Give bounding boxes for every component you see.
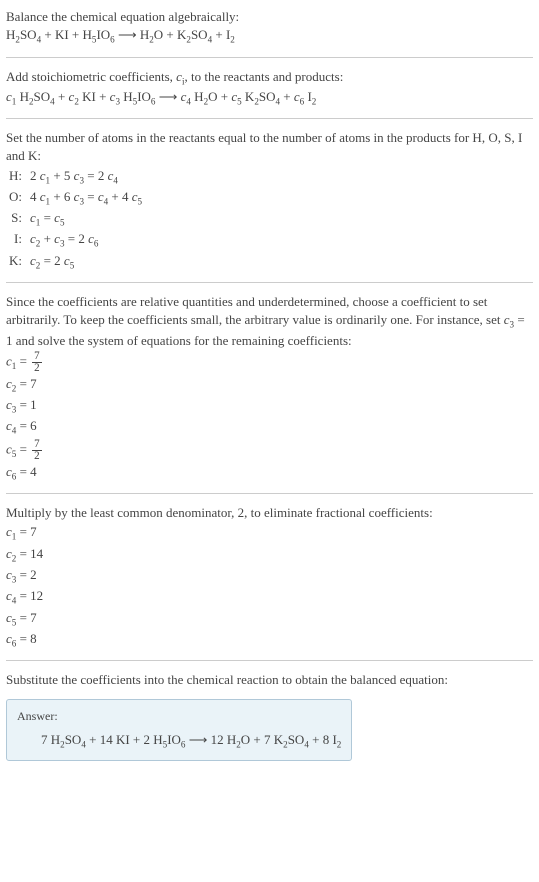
table-row: H: 2 c1 + 5 c3 = 2 c4 <box>6 167 533 187</box>
coeff-line: c4 = 12 <box>6 587 533 607</box>
section-6-title: Substitute the coefficients into the che… <box>6 671 533 689</box>
atom-equation: 2 c1 + 5 c3 = 2 c4 <box>30 167 118 187</box>
divider <box>6 282 533 283</box>
atom-label: H: <box>6 167 30 185</box>
divider <box>6 493 533 494</box>
atom-equation: c2 + c3 = 2 c6 <box>30 230 98 250</box>
atom-label: O: <box>6 188 30 206</box>
atom-equation: c1 = c5 <box>30 209 65 229</box>
text: Add stoichiometric coefficients, <box>6 69 176 84</box>
coeff-line: c2 = 14 <box>6 545 533 565</box>
section-4: Since the coefficients are relative quan… <box>6 293 533 483</box>
table-row: I: c2 + c3 = 2 c6 <box>6 230 533 250</box>
section-5: Multiply by the least common denominator… <box>6 504 533 650</box>
divider <box>6 57 533 58</box>
section-1: Balance the chemical equation algebraica… <box>6 8 533 47</box>
section-2: Add stoichiometric coefficients, ci, to … <box>6 68 533 109</box>
coeff-line: c5 = 7 <box>6 609 533 629</box>
coeff-line: c5 = 72 <box>6 439 533 462</box>
atom-equation: 4 c1 + 6 c3 = c4 + 4 c5 <box>30 188 142 208</box>
atom-equation: c2 = 2 c5 <box>30 252 74 272</box>
divider <box>6 118 533 119</box>
text: , to the reactants and products: <box>184 69 343 84</box>
section-3-title: Set the number of atoms in the reactants… <box>6 129 533 165</box>
answer-equation: 7 H2SO4 + 14 KI + 2 H5IO6 ⟶ 12 H2O + 7 K… <box>17 731 341 751</box>
coeff-line: c4 = 6 <box>6 417 533 437</box>
coeff-line: c6 = 8 <box>6 630 533 650</box>
table-row: S: c1 = c5 <box>6 209 533 229</box>
atom-label: S: <box>6 209 30 227</box>
section-2-title: Add stoichiometric coefficients, ci, to … <box>6 68 533 88</box>
answer-label: Answer: <box>17 708 341 725</box>
divider <box>6 660 533 661</box>
section-5-title: Multiply by the least common denominator… <box>6 504 533 522</box>
answer-box: Answer: 7 H2SO4 + 14 KI + 2 H5IO6 ⟶ 12 H… <box>6 699 352 760</box>
table-row: O: 4 c1 + 6 c3 = c4 + 4 c5 <box>6 188 533 208</box>
section-2-equation: c1 H2SO4 + c2 KI + c3 H5IO6 ⟶ c4 H2O + c… <box>6 88 533 108</box>
section-1-equation: H2SO4 + KI + H5IO6 ⟶ H2O + K2SO4 + I2 <box>6 26 533 46</box>
atom-label: K: <box>6 252 30 270</box>
section-6: Substitute the coefficients into the che… <box>6 671 533 689</box>
section-4-title: Since the coefficients are relative quan… <box>6 293 533 350</box>
coeff-line: c6 = 4 <box>6 463 533 483</box>
atom-label: I: <box>6 230 30 248</box>
coeff-line: c1 = 7 <box>6 523 533 543</box>
coeff-line: c3 = 1 <box>6 396 533 416</box>
section-3: Set the number of atoms in the reactants… <box>6 129 533 272</box>
coeff-line: c1 = 72 <box>6 351 533 374</box>
coeff-line: c2 = 7 <box>6 375 533 395</box>
section-1-title: Balance the chemical equation algebraica… <box>6 8 533 26</box>
coeff-line: c3 = 2 <box>6 566 533 586</box>
table-row: K: c2 = 2 c5 <box>6 252 533 272</box>
atom-equations: H: 2 c1 + 5 c3 = 2 c4 O: 4 c1 + 6 c3 = c… <box>6 167 533 273</box>
